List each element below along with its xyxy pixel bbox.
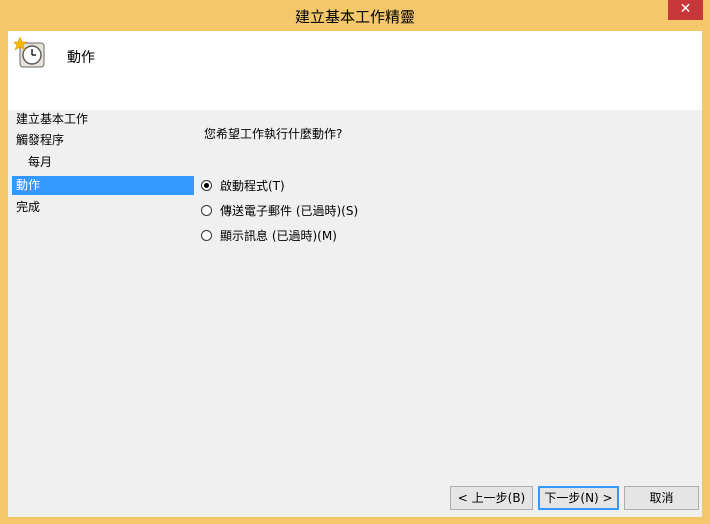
clock-wizard-icon (14, 37, 45, 68)
step-finish: 完成 (16, 200, 41, 214)
page-title: 動作 (67, 50, 95, 66)
wizard-header: 動作 (8, 31, 702, 110)
radio-display-message[interactable] (201, 230, 212, 241)
option-display-message-label: 顯示訊息 (已過時)(M) (220, 229, 337, 243)
title-bar[interactable]: 建立基本工作精靈 ✕ (0, 0, 710, 31)
wizard-steps-pane: 建立基本工作 觸發程序 每月 動作 完成 (8, 110, 194, 490)
step-monthly: 每月 (28, 155, 53, 169)
option-send-email[interactable]: 傳送電子郵件 (已過時)(S) (201, 201, 358, 221)
option-start-program-label: 啟動程式(T) (220, 179, 285, 193)
window-title: 建立基本工作精靈 (294, 8, 415, 26)
option-display-message[interactable]: 顯示訊息 (已過時)(M) (201, 226, 337, 246)
option-send-email-label: 傳送電子郵件 (已過時)(S) (220, 204, 359, 218)
wizard-client-area: 動作 建立基本工作 觸發程序 每月 動作 完成 您希望工作執行什麼動作? 啟動程… (8, 31, 702, 517)
radio-start-program[interactable] (201, 180, 212, 191)
back-button[interactable]: < 上一步(B) (450, 486, 533, 510)
action-question: 您希望工作執行什麼動作? (204, 127, 343, 141)
step-trigger: 觸發程序 (16, 133, 65, 147)
wizard-window: 建立基本工作精靈 ✕ 動作 建立基本工作 觸發程序 每月 動作 完成 您希望工作… (0, 0, 710, 524)
radio-send-email[interactable] (201, 205, 212, 216)
option-start-program[interactable]: 啟動程式(T) (201, 176, 285, 196)
step-action: 動作 (12, 176, 194, 195)
cancel-button[interactable]: 取消 (624, 486, 699, 510)
close-button[interactable]: ✕ (668, 0, 703, 20)
next-button[interactable]: 下一步(N) > (538, 486, 619, 510)
step-create-basic-task: 建立基本工作 (16, 112, 89, 126)
